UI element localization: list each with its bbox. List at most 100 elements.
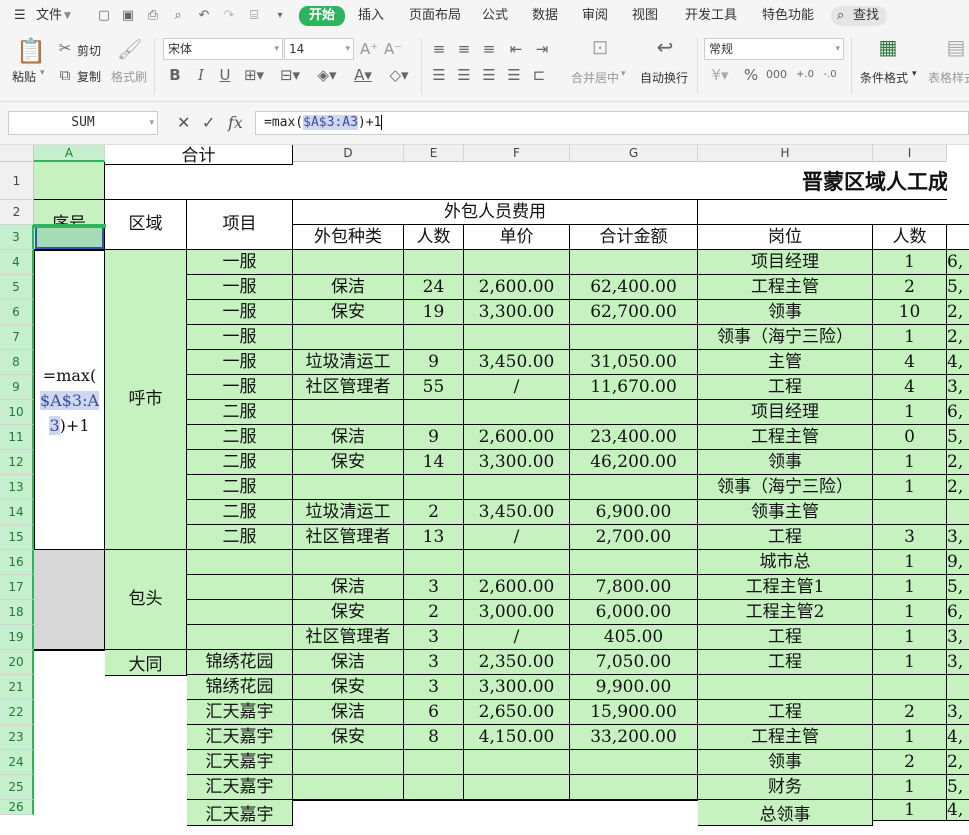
- spreadsheet-grid[interactable]: ABCDEFGHI1234567891011121314151617181920…: [0, 145, 969, 835]
- cell-d-23[interactable]: 保安: [293, 725, 404, 750]
- row-header-23[interactable]: 23: [0, 725, 34, 750]
- cell-d-5[interactable]: 保洁: [293, 275, 404, 300]
- row-header-10[interactable]: 10: [0, 400, 34, 425]
- header-headcount[interactable]: 人数: [404, 225, 464, 250]
- undo-icon[interactable]: ↶: [196, 8, 212, 24]
- column-header-e[interactable]: E: [404, 145, 464, 162]
- cell-g-5[interactable]: 62,400.00: [570, 275, 698, 300]
- indent-increase-icon[interactable]: ⇥: [533, 40, 551, 58]
- name-box[interactable]: SUM ▾: [8, 111, 158, 135]
- column-header-g[interactable]: G: [570, 145, 698, 162]
- cell-h-8[interactable]: 主管: [698, 350, 873, 375]
- cell-j-18[interactable]: 6,: [947, 600, 969, 625]
- cell-j-12[interactable]: 2,: [947, 450, 969, 475]
- cell-c-14[interactable]: 二服: [187, 500, 293, 525]
- cell-d-21[interactable]: 保安: [293, 675, 404, 700]
- cell-f-7[interactable]: [464, 325, 570, 350]
- save-icon[interactable]: ▣: [120, 8, 136, 24]
- align-center-icon[interactable]: ☰: [455, 66, 473, 84]
- cell-d-26[interactable]: [293, 800, 404, 801]
- cell-f-9[interactable]: /: [464, 375, 570, 400]
- cell-c-21[interactable]: 锦绣花园: [187, 675, 293, 700]
- cell-d-25[interactable]: [293, 775, 404, 800]
- cell-i-4[interactable]: 1: [873, 250, 947, 275]
- conditional-format-button[interactable]: 条件格式: [860, 69, 908, 86]
- cell-i-9[interactable]: 4: [873, 375, 947, 400]
- cell-f-11[interactable]: 2,600.00: [464, 425, 570, 450]
- row-header-18[interactable]: 18: [0, 600, 34, 625]
- cell-e-9[interactable]: 55: [404, 375, 464, 400]
- format-icon[interactable]: ⌸: [246, 8, 262, 24]
- paste-dropdown-icon[interactable]: ▾: [40, 68, 45, 78]
- cell-e-22[interactable]: 6: [404, 700, 464, 725]
- cell-h-4[interactable]: 项目经理: [698, 250, 873, 275]
- more-quick-access-icon[interactable]: ▾: [272, 8, 288, 24]
- cell-d-13[interactable]: [293, 475, 404, 500]
- column-header-h[interactable]: H: [698, 145, 873, 162]
- cell-i-23[interactable]: 1: [873, 725, 947, 750]
- cell-g-24[interactable]: [570, 750, 698, 775]
- tab-review[interactable]: 审阅: [582, 7, 608, 25]
- cell-c-12[interactable]: 二服: [187, 450, 293, 475]
- cell-e-15[interactable]: 13: [404, 525, 464, 550]
- cell-i-10[interactable]: 1: [873, 400, 947, 425]
- tab-special-features[interactable]: 特色功能: [762, 7, 814, 25]
- cell-f-25[interactable]: [464, 775, 570, 800]
- cell-e-20[interactable]: 3: [404, 650, 464, 675]
- copy-icon[interactable]: ⧉: [56, 66, 74, 84]
- currency-icon[interactable]: ¥▾: [708, 66, 732, 84]
- cell-f-10[interactable]: [464, 400, 570, 425]
- cell-c-9[interactable]: 一服: [187, 375, 293, 400]
- font-size-select[interactable]: 14 ▾: [284, 38, 354, 60]
- cell-i-6[interactable]: 10: [873, 300, 947, 325]
- cell-c-20[interactable]: 锦绣花园: [187, 650, 293, 675]
- cell-j-25[interactable]: 5,: [947, 775, 969, 800]
- cell-j-24[interactable]: 2,: [947, 750, 969, 775]
- copy-button[interactable]: 复制: [77, 68, 101, 85]
- cell-j-6[interactable]: 2,: [947, 300, 969, 325]
- cell-h-24[interactable]: 领事: [698, 750, 873, 775]
- row-header-9[interactable]: 9: [0, 375, 34, 400]
- cell-g-20[interactable]: 7,050.00: [570, 650, 698, 675]
- align-right-icon[interactable]: ☰: [480, 66, 498, 84]
- header-staff-cost[interactable]: [698, 200, 969, 225]
- cell-i-7[interactable]: 1: [873, 325, 947, 350]
- cell-e-4[interactable]: [404, 250, 464, 275]
- cell-h-9[interactable]: 工程: [698, 375, 873, 400]
- cell-f-4[interactable]: [464, 250, 570, 275]
- cell-e-16[interactable]: [404, 550, 464, 575]
- cell-f-24[interactable]: [464, 750, 570, 775]
- cell-i-25[interactable]: 1: [873, 775, 947, 800]
- cell-c-24[interactable]: 汇天嘉宇: [187, 750, 293, 775]
- cell-h-18[interactable]: 工程主管2: [698, 600, 873, 625]
- cell-j-9[interactable]: 3,: [947, 375, 969, 400]
- cell-e-26[interactable]: [404, 800, 464, 801]
- cell-c-19[interactable]: [187, 625, 293, 650]
- cell-f-6[interactable]: 3,300.00: [464, 300, 570, 325]
- cell-e-23[interactable]: 8: [404, 725, 464, 750]
- cell-f-21[interactable]: 3,300.00: [464, 675, 570, 700]
- cell-d-9[interactable]: 社区管理者: [293, 375, 404, 400]
- bold-icon[interactable]: B: [166, 66, 184, 84]
- print-icon[interactable]: ⎙: [145, 8, 161, 24]
- cell-g-7[interactable]: [570, 325, 698, 350]
- cell-j-20[interactable]: 3,: [947, 650, 969, 675]
- cell-c-17[interactable]: [187, 575, 293, 600]
- cell-f-19[interactable]: /: [464, 625, 570, 650]
- cancel-icon[interactable]: ✕: [177, 114, 190, 132]
- cell-e-6[interactable]: 19: [404, 300, 464, 325]
- thousands-icon[interactable]: 000: [766, 66, 787, 84]
- header-outsource-type[interactable]: 外包种类: [293, 225, 404, 250]
- cell-f-23[interactable]: 4,150.00: [464, 725, 570, 750]
- insert-function-icon[interactable]: fx: [228, 114, 243, 132]
- cell-e-12[interactable]: 14: [404, 450, 464, 475]
- underline-icon[interactable]: U: [216, 66, 234, 84]
- header-col-j[interactable]: [947, 225, 969, 250]
- confirm-icon[interactable]: ✓: [202, 114, 215, 132]
- cell-i-18[interactable]: 1: [873, 600, 947, 625]
- cell-d-16[interactable]: [293, 550, 404, 575]
- tab-data[interactable]: 数据: [532, 7, 558, 25]
- cell-h-21[interactable]: [698, 675, 873, 700]
- increase-font-icon[interactable]: A⁺: [360, 40, 378, 58]
- menu-icon[interactable]: ☰: [14, 7, 26, 25]
